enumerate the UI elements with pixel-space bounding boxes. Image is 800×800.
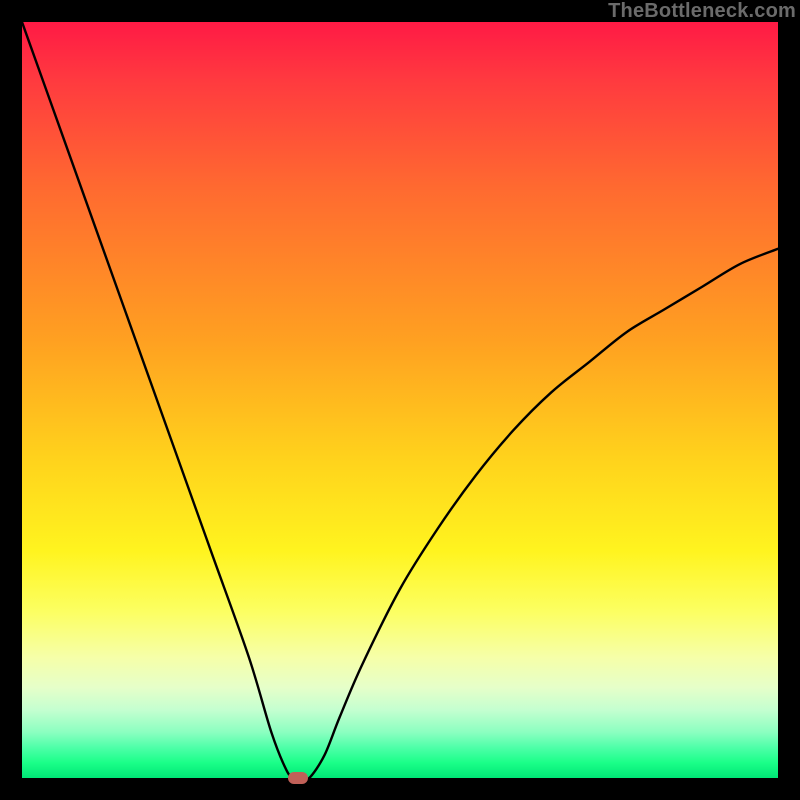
bottleneck-curve <box>22 22 778 778</box>
curve-path <box>22 22 778 778</box>
watermark-text: TheBottleneck.com <box>608 0 796 23</box>
plot-area <box>22 22 778 778</box>
optimal-point-marker <box>288 772 308 784</box>
outer-frame: TheBottleneck.com <box>0 0 800 800</box>
